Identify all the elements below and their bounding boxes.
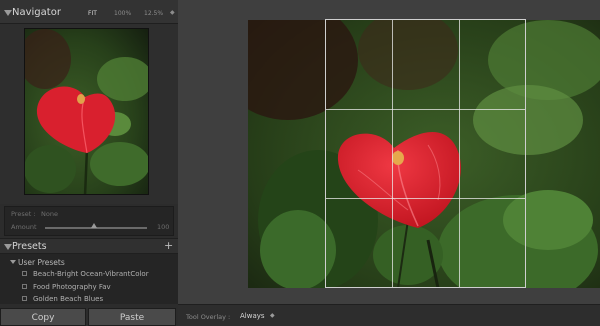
preset-item-label: Food Photography Fav — [33, 283, 111, 291]
paste-button[interactable]: Paste — [88, 308, 176, 326]
preset-item[interactable]: Beach-Bright Ocean-VibrantColor — [22, 269, 149, 279]
copy-button[interactable]: Copy — [0, 308, 86, 326]
navigator-thumbnail[interactable] — [24, 28, 149, 195]
amount-slider-thumb[interactable] — [91, 223, 97, 228]
preset-value: None — [41, 210, 58, 218]
navigator-preview-area — [0, 24, 178, 204]
preset-checkbox-icon — [22, 271, 27, 276]
amount-label: Amount — [11, 223, 37, 231]
tool-overlay-select[interactable]: Always — [240, 312, 265, 320]
presets-title: Presets — [12, 241, 47, 252]
preset-item-label: Beach-Bright Ocean-VibrantColor — [33, 270, 149, 278]
preset-item-label: Golden Beach Blues — [33, 295, 104, 303]
presets-header[interactable]: Presets + — [0, 238, 178, 254]
zoom-dropdown-icon[interactable]: ◆ — [170, 9, 175, 16]
navigator-header[interactable]: Navigator FIT 100% 12.5% ◆ — [0, 0, 178, 24]
navigator-title: Navigator — [12, 7, 61, 18]
dropdown-arrow-icon[interactable]: ◆ — [270, 312, 275, 319]
collapse-triangle-icon[interactable] — [4, 10, 12, 16]
presets-collapse-icon[interactable] — [4, 244, 12, 250]
tool-overlay-toolbar: Tool Overlay : Always ◆ — [178, 304, 600, 326]
zoom-custom[interactable]: 12.5% — [144, 10, 163, 17]
left-panel: Navigator FIT 100% 12.5% ◆ Preset: None… — [0, 0, 178, 326]
main-photo-image — [248, 20, 600, 288]
preset-checkbox-icon — [22, 296, 27, 301]
preset-item[interactable]: Food Photography Fav — [22, 282, 111, 292]
preset-label: Preset : — [11, 210, 36, 218]
add-preset-icon[interactable]: + — [164, 239, 173, 252]
amount-value: 100 — [157, 223, 170, 231]
main-canvas — [178, 0, 600, 326]
photo-area[interactable] — [248, 20, 600, 288]
preset-item[interactable]: Golden Beach Blues — [22, 294, 103, 304]
group-collapse-icon[interactable] — [10, 260, 16, 264]
tool-overlay-label: Tool Overlay : — [186, 313, 231, 321]
preset-list: User Presets Beach-Bright Ocean-VibrantC… — [0, 254, 178, 304]
preset-amount-box: Preset : None Amount 100 — [4, 206, 174, 236]
preset-checkbox-icon — [22, 284, 27, 289]
zoom-fit[interactable]: FIT — [88, 10, 97, 17]
navigator-photo-image — [25, 29, 148, 194]
zoom-100[interactable]: 100% — [114, 10, 131, 17]
preset-group-label[interactable]: User Presets — [18, 258, 65, 267]
